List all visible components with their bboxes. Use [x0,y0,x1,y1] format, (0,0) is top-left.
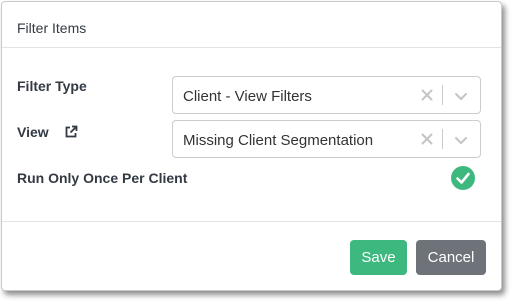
save-button[interactable]: Save [350,240,407,275]
dialog-title: Filter Items [17,20,87,36]
filter-items-dialog: Filter Items Filter Type Client - View F… [1,1,502,291]
footer-divider [2,221,501,222]
view-select[interactable]: Missing Client Segmentation [172,120,481,158]
chevron-down-icon[interactable] [452,131,470,149]
close-icon[interactable] [418,130,436,148]
select-separator [442,129,443,149]
filter-type-select[interactable]: Client - View Filters [172,76,481,114]
filter-type-label: Filter Type [17,78,87,94]
run-once-label: Run Only Once Per Client [17,170,188,186]
chevron-down-icon[interactable] [452,87,470,105]
close-icon[interactable] [418,86,436,104]
view-value: Missing Client Segmentation [183,132,374,149]
view-label: View [17,124,49,140]
external-link-icon[interactable] [64,125,78,139]
filter-type-value: Client - View Filters [183,88,312,105]
cancel-button[interactable]: Cancel [416,240,486,275]
dialog-header: Filter Items [2,2,501,48]
select-separator [442,85,443,105]
check-circle-icon[interactable] [450,165,476,191]
